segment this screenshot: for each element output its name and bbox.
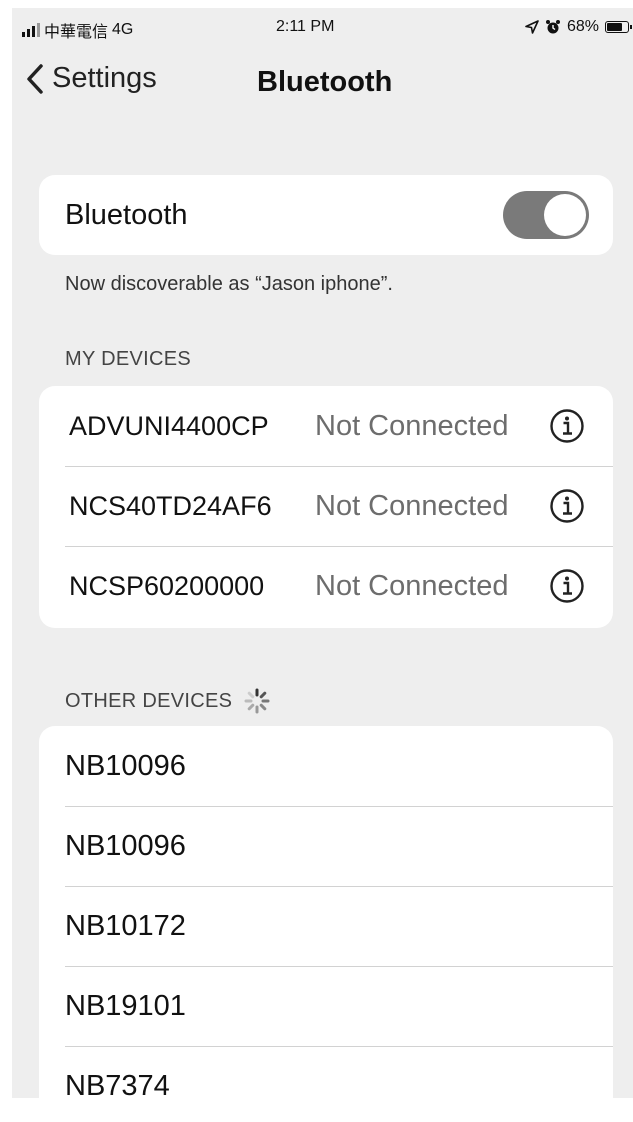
network-type: 4G bbox=[112, 21, 134, 38]
bluetooth-toggle-card: Bluetooth bbox=[39, 175, 613, 255]
page-title: Bluetooth bbox=[257, 66, 393, 98]
device-name: NB19101 bbox=[65, 989, 186, 1022]
device-name: NB10096 bbox=[65, 749, 186, 782]
device-name: NB10172 bbox=[65, 909, 186, 942]
list-item[interactable]: NB7374 bbox=[39, 1046, 613, 1098]
list-item[interactable]: NB10096 bbox=[39, 726, 613, 806]
signal-icon bbox=[22, 23, 40, 37]
list-item[interactable]: NB10172 bbox=[39, 886, 613, 966]
discoverable-text: Now discoverable as “Jason iphone”. bbox=[65, 273, 393, 295]
other-devices-header-label: OTHER DEVICES bbox=[65, 689, 233, 712]
navigation-bar: Settings Bluetooth bbox=[12, 54, 633, 104]
info-icon[interactable] bbox=[549, 568, 585, 604]
back-button[interactable]: Settings bbox=[26, 62, 157, 95]
device-name: NB10096 bbox=[65, 829, 186, 862]
toggle-knob bbox=[544, 194, 586, 236]
device-name: ADVUNI4400CP bbox=[69, 410, 269, 441]
my-devices-header-label: MY DEVICES bbox=[65, 348, 191, 370]
device-name: NB7374 bbox=[65, 1069, 170, 1099]
device-name: NCSP60200000 bbox=[69, 570, 265, 601]
status-left: 中華電信 4G bbox=[22, 18, 133, 42]
device-row[interactable]: NCS40TD24AF6 Not Connected bbox=[39, 466, 613, 546]
list-item[interactable]: NB10096 bbox=[39, 806, 613, 886]
info-icon[interactable] bbox=[549, 408, 585, 444]
other-devices-list: NB10096 NB10096 NB10172 NB19101 NB7374 bbox=[39, 726, 613, 1098]
status-bar: 中華電信 4G 2:11 PM 68% bbox=[12, 8, 633, 48]
my-devices-header: MY DEVICES bbox=[65, 348, 191, 371]
carrier-name: 中華電信 bbox=[44, 24, 109, 41]
device-status: Not Connected bbox=[315, 569, 509, 602]
bluetooth-label: Bluetooth bbox=[65, 199, 188, 231]
device-row[interactable]: NCSP60200000 Not Connected bbox=[39, 546, 613, 626]
info-icon[interactable] bbox=[549, 488, 585, 524]
device-status: Not Connected bbox=[315, 409, 509, 442]
device-name: NCS40TD24AF6 bbox=[69, 490, 272, 521]
bluetooth-toggle[interactable] bbox=[503, 191, 589, 239]
status-right: 68% bbox=[525, 18, 632, 36]
settings-screen: 中華電信 4G 2:11 PM 68% Settings Bluetooth B… bbox=[12, 8, 633, 1098]
list-item[interactable]: NB19101 bbox=[39, 966, 613, 1046]
location-icon bbox=[525, 20, 539, 34]
battery-icon bbox=[605, 21, 632, 33]
device-status: Not Connected bbox=[315, 489, 509, 522]
my-devices-list: ADVUNI4400CP Not Connected NCS40TD24AF6 … bbox=[39, 386, 613, 628]
loading-spinner-icon bbox=[244, 688, 270, 714]
alarm-icon bbox=[545, 20, 560, 34]
status-time: 2:11 PM bbox=[276, 18, 335, 35]
back-label: Settings bbox=[52, 62, 157, 94]
device-row[interactable]: ADVUNI4400CP Not Connected bbox=[39, 386, 613, 466]
battery-percent: 68% bbox=[566, 18, 599, 35]
chevron-left-icon bbox=[27, 63, 43, 94]
other-devices-header: OTHER DEVICES bbox=[65, 688, 270, 714]
